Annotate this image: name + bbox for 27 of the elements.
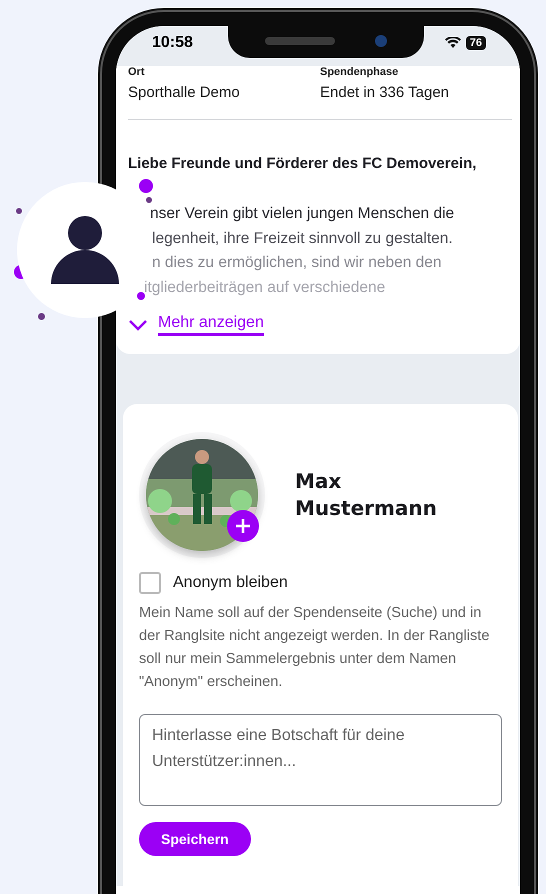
info-value: Endet in 336 Tagen — [320, 84, 450, 101]
decor-dot — [137, 292, 145, 300]
decor-dot — [38, 313, 45, 320]
camera-lens — [375, 35, 387, 47]
letter-text: n dies zu ermöglichen, sind wir neben den — [152, 253, 442, 273]
letter-text: itgliederbeiträgen auf verschiedene — [144, 278, 386, 298]
message-field[interactable]: Hinterlasse eine Botschaft für deine Unterstützer:innen... — [139, 714, 502, 806]
more-link[interactable]: Mehr anzeigen — [158, 314, 264, 336]
anonymous-checkbox[interactable] — [139, 572, 161, 594]
battery-indicator: 76 — [466, 36, 486, 50]
letter-text: legenheit, ihre Freizeit sinnvoll zu gestalten. — [152, 228, 453, 248]
letter-heading: Liebe Freunde und Förderer des FC Demoverein, — [128, 155, 478, 172]
speaker-grille — [265, 37, 335, 45]
person-icon — [51, 216, 119, 284]
anonymous-description: Mein Name soll auf der Spendenseite (Suche) und in der Ranglsite nicht angezeigt werden. In der Rangliste soll nur mein Sammelergebnis unter dem Namen "Anonym" erscheinen. — [139, 604, 490, 692]
checkbox-label: Anonym bleiben — [173, 574, 288, 592]
wifi-icon — [444, 37, 461, 49]
plus-icon — [235, 518, 251, 534]
info-label: Spendenphase — [320, 66, 400, 78]
info-label: Ort — [128, 66, 146, 78]
save-button[interactable]: Speichern — [139, 822, 251, 856]
decor-dot — [16, 208, 22, 214]
status-time: 10:58 — [152, 34, 193, 52]
chevron-down-icon[interactable] — [128, 319, 148, 331]
letter-text: nser Verein gibt vielen jungen Menschen die — [150, 204, 454, 224]
info-value: Sporthalle Demo — [128, 84, 241, 101]
profile-name: Max Mustermann — [295, 468, 438, 522]
